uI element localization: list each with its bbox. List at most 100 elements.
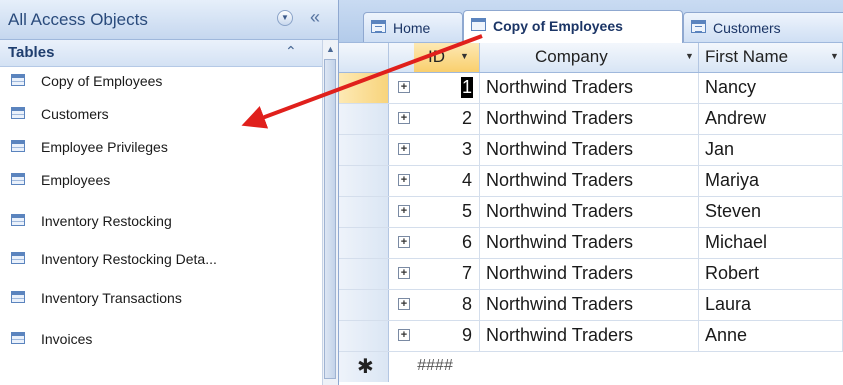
- cell-first-name[interactable]: Anne: [699, 321, 843, 351]
- sort-filter-arrow-icon[interactable]: ▼: [685, 51, 694, 61]
- cell-company[interactable]: Northwind Traders: [480, 290, 699, 320]
- cell-company[interactable]: Northwind Traders: [480, 259, 699, 289]
- expand-subdatasheet-icon[interactable]: +: [398, 329, 410, 341]
- nav-item-label: Inventory Restocking: [41, 213, 172, 229]
- record-selector[interactable]: [339, 259, 389, 289]
- cell-company[interactable]: Northwind Traders: [480, 321, 699, 351]
- column-header-company[interactable]: Company ▼: [480, 43, 699, 72]
- sort-filter-arrow-icon[interactable]: ▼: [830, 51, 839, 61]
- cell-company[interactable]: Northwind Traders: [480, 197, 699, 227]
- cell-first-name[interactable]: Laura: [699, 290, 843, 320]
- cell-first-name[interactable]: Michael: [699, 228, 843, 258]
- table-row[interactable]: +2 Northwind Traders Andrew: [339, 104, 843, 135]
- cell-id[interactable]: 2: [414, 104, 480, 134]
- select-all-corner[interactable]: [339, 43, 389, 72]
- scrollbar-thumb[interactable]: [324, 59, 336, 379]
- tab-customers[interactable]: Customers: [683, 12, 843, 42]
- cell-id[interactable]: 3: [414, 135, 480, 165]
- record-selector[interactable]: [339, 135, 389, 165]
- nav-pane-title: All Access Objects: [8, 10, 148, 29]
- tab-home[interactable]: Home: [363, 12, 463, 42]
- expand-subdatasheet-icon[interactable]: +: [398, 112, 410, 124]
- nav-item-copy-of-employees[interactable]: Copy of Employees: [0, 67, 322, 97]
- table-row[interactable]: +8 Northwind Traders Laura: [339, 290, 843, 321]
- record-selector[interactable]: [339, 166, 389, 196]
- column-header-first-name[interactable]: First Name ▼: [699, 43, 843, 72]
- nav-item-employee-privileges[interactable]: Employee Privileges: [0, 133, 322, 163]
- expand-subdatasheet-icon[interactable]: +: [398, 205, 410, 217]
- nav-collapse-icon[interactable]: «: [310, 7, 320, 28]
- new-record-id-placeholder[interactable]: ####: [417, 357, 453, 375]
- expand-subdatasheet-icon[interactable]: +: [398, 298, 410, 310]
- record-selector[interactable]: [339, 290, 389, 320]
- nav-item-label: Invoices: [41, 331, 93, 347]
- column-header-label: ID: [428, 47, 445, 66]
- group-collapse-chevron-icon[interactable]: ⌃: [285, 43, 297, 60]
- nav-pane-header[interactable]: All Access Objects ▼ «: [0, 0, 338, 40]
- nav-item-label: Inventory Transactions: [41, 290, 182, 306]
- cell-company[interactable]: Northwind Traders: [480, 73, 699, 103]
- tab-label: Copy of Employees: [493, 18, 623, 34]
- cell-company[interactable]: Northwind Traders: [480, 228, 699, 258]
- record-selector[interactable]: [339, 197, 389, 227]
- table-row[interactable]: +7 Northwind Traders Robert: [339, 259, 843, 290]
- record-selector[interactable]: [339, 321, 389, 351]
- cell-first-name[interactable]: Andrew: [699, 104, 843, 134]
- table-row[interactable]: +6 Northwind Traders Michael: [339, 228, 843, 259]
- nav-item-inventory-transactions[interactable]: Inventory Transactions: [0, 284, 322, 314]
- table-row[interactable]: +4 Northwind Traders Mariya: [339, 166, 843, 197]
- nav-item-employees[interactable]: Employees: [0, 166, 322, 196]
- table-icon: [11, 107, 25, 119]
- cell-first-name[interactable]: Mariya: [699, 166, 843, 196]
- scroll-up-arrow-icon[interactable]: ▲: [323, 42, 338, 56]
- cell-company[interactable]: Northwind Traders: [480, 166, 699, 196]
- table-icon: [11, 74, 25, 86]
- cell-first-name[interactable]: Robert: [699, 259, 843, 289]
- form-icon: [691, 20, 706, 33]
- cell-id[interactable]: 1: [414, 73, 480, 103]
- nav-scrollbar[interactable]: ▲: [322, 40, 338, 385]
- nav-dropdown-icon[interactable]: ▼: [277, 10, 293, 26]
- expand-subdatasheet-icon[interactable]: +: [398, 236, 410, 248]
- expand-subdatasheet-icon[interactable]: +: [398, 174, 410, 186]
- table-icon: [11, 332, 25, 344]
- table-icon: [471, 18, 486, 31]
- cell-first-name[interactable]: Steven: [699, 197, 843, 227]
- cell-company[interactable]: Northwind Traders: [480, 104, 699, 134]
- nav-item-inventory-restocking-details[interactable]: Inventory Restocking Deta...: [0, 245, 322, 275]
- cell-first-name[interactable]: Nancy: [699, 73, 843, 103]
- nav-item-inventory-restocking[interactable]: Inventory Restocking: [0, 207, 322, 237]
- tab-copy-of-employees[interactable]: Copy of Employees: [463, 10, 683, 43]
- tables-group-header[interactable]: Tables ⌃: [0, 40, 322, 67]
- table-icon: [11, 252, 25, 264]
- cell-id[interactable]: 5: [414, 197, 480, 227]
- table-row[interactable]: +9 Northwind Traders Anne: [339, 321, 843, 352]
- nav-item-invoices[interactable]: Invoices: [0, 325, 322, 355]
- cell-company[interactable]: Northwind Traders: [480, 135, 699, 165]
- sort-filter-arrow-icon[interactable]: ▼: [460, 51, 469, 61]
- cell-id[interactable]: 7: [414, 259, 480, 289]
- cell-id[interactable]: 6: [414, 228, 480, 258]
- expand-subdatasheet-icon[interactable]: +: [398, 267, 410, 279]
- column-header-row: ID ▼ Company ▼ First Name ▼: [339, 43, 843, 73]
- record-selector[interactable]: [339, 104, 389, 134]
- column-header-label: Company: [535, 47, 608, 66]
- new-record-row[interactable]: ✱ ####: [339, 352, 843, 382]
- expand-subdatasheet-icon[interactable]: +: [398, 143, 410, 155]
- column-header-label: First Name: [705, 47, 789, 66]
- record-selector[interactable]: ✱: [339, 352, 389, 382]
- cell-id[interactable]: 9: [414, 321, 480, 351]
- table-row[interactable]: +5 Northwind Traders Steven: [339, 197, 843, 228]
- table-row[interactable]: +3 Northwind Traders Jan: [339, 135, 843, 166]
- table-row[interactable]: +1 Northwind Traders Nancy: [339, 73, 843, 104]
- cell-id[interactable]: 4: [414, 166, 480, 196]
- tab-label: Customers: [713, 20, 781, 36]
- cell-first-name[interactable]: Jan: [699, 135, 843, 165]
- nav-item-label: Employees: [41, 172, 111, 188]
- nav-item-customers[interactable]: Customers: [0, 100, 322, 130]
- cell-id[interactable]: 8: [414, 290, 480, 320]
- record-selector[interactable]: [339, 228, 389, 258]
- column-header-id[interactable]: ID ▼: [414, 43, 480, 72]
- expand-subdatasheet-icon[interactable]: +: [398, 81, 410, 93]
- record-selector[interactable]: [339, 73, 389, 103]
